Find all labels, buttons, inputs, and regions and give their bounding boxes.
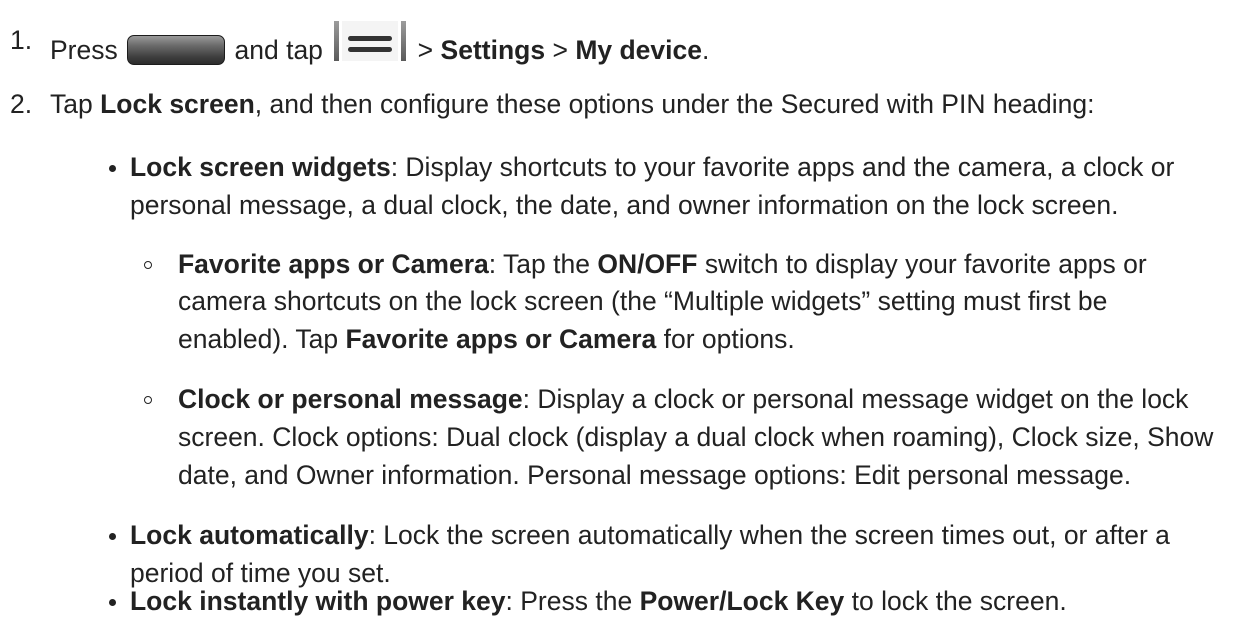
option-term: Lock screen widgets bbox=[130, 152, 391, 182]
step-text: and tap bbox=[234, 35, 323, 65]
instructions-document: 1. Press and tap > Settings > My device.… bbox=[0, 0, 1249, 631]
option-text: : Lock the screen automatically when the… bbox=[368, 520, 1170, 550]
bullet-text-line: date, and Owner information. Personal me… bbox=[178, 460, 1132, 490]
bullet-dot-icon bbox=[109, 165, 116, 172]
option-term: Favorite apps or Camera bbox=[345, 324, 657, 354]
bullet-dot-icon bbox=[109, 599, 116, 606]
option-text: : Display a clock or personal message wi… bbox=[522, 384, 1189, 414]
bullet-lock-screen-widgets: Lock screen widgets: Display shortcuts t… bbox=[130, 148, 1174, 186]
on-off-label: ON/OFF bbox=[597, 249, 698, 279]
option-text: for options. bbox=[663, 324, 795, 354]
bullet-text-line: personal message, a dual clock, the date… bbox=[130, 190, 1119, 220]
subbullet-clock-message: Clock or personal message: Display a clo… bbox=[178, 380, 1188, 418]
option-text: to lock the screen. bbox=[851, 586, 1067, 616]
bullet-text-line: camera shortcuts on the lock screen (the… bbox=[178, 286, 1108, 316]
step-number: 1. bbox=[10, 25, 33, 55]
bullet-lock-instantly: Lock instantly with power key: Press the… bbox=[130, 582, 1067, 620]
option-text: : Tap the bbox=[488, 249, 590, 279]
subbullet-favorite-apps: Favorite apps or Camera: Tap the ON/OFF … bbox=[178, 245, 1147, 283]
bullet-dot-icon bbox=[109, 533, 116, 540]
option-term: Favorite apps or Camera bbox=[178, 249, 489, 279]
settings-label: Settings bbox=[440, 35, 546, 65]
breadcrumb-separator: > bbox=[417, 35, 434, 65]
option-text: enabled). Tap bbox=[178, 324, 339, 354]
step-text: Press bbox=[50, 35, 118, 65]
option-text: switch to display your favorite apps or bbox=[704, 249, 1147, 279]
option-term: Lock automatically bbox=[130, 520, 369, 550]
bullet-text-line: enabled). Tap Favorite apps or Camera fo… bbox=[178, 320, 795, 358]
step-text: . bbox=[702, 35, 710, 65]
my-device-label: My device bbox=[575, 35, 702, 65]
bullet-circle-icon bbox=[144, 261, 152, 269]
option-text: : Display shortcuts to your favorite app… bbox=[390, 152, 1175, 182]
power-lock-key-label: Power/Lock Key bbox=[639, 586, 845, 616]
step-2: Tap Lock screen, and then configure thes… bbox=[50, 85, 1095, 123]
breadcrumb-separator: > bbox=[552, 35, 568, 65]
bullet-circle-icon bbox=[144, 396, 152, 404]
home-key-icon bbox=[127, 35, 226, 65]
option-term: Clock or personal message bbox=[178, 384, 523, 414]
step-number: 2. bbox=[10, 89, 33, 119]
step-text: Tap bbox=[50, 89, 93, 119]
bullet-text-line: screen. Clock options: Dual clock (displ… bbox=[178, 422, 1214, 452]
option-text: : Press the bbox=[505, 586, 633, 616]
step-text: , and then configure these options under… bbox=[254, 89, 1095, 119]
bullet-lock-automatically: Lock automatically: Lock the screen auto… bbox=[130, 516, 1170, 554]
menu-key-icon bbox=[334, 21, 407, 65]
step-1: Press and tap > Settings > My device. bbox=[50, 21, 709, 69]
option-term: Lock instantly with power key bbox=[130, 586, 506, 616]
lock-screen-label: Lock screen bbox=[100, 89, 255, 119]
